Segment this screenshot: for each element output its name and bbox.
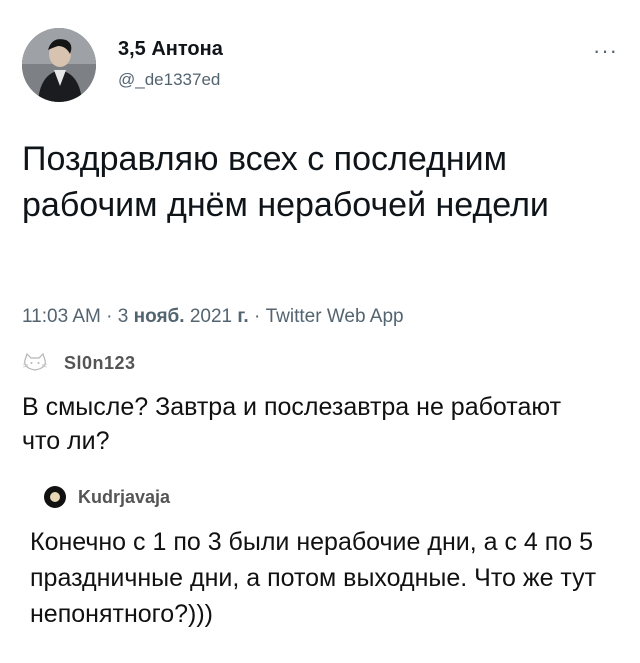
tweet-source[interactable]: Twitter Web App — [266, 306, 404, 327]
comment-text: Конечно с 1 по 3 были нерабочие дни, а с… — [30, 528, 597, 628]
meta-separator: · — [106, 306, 113, 327]
tweet-date-year[interactable]: 2021 — [190, 306, 232, 327]
tweet-date-month[interactable]: нояб. — [134, 306, 185, 327]
round-avatar-icon[interactable] — [44, 486, 66, 508]
username[interactable]: @_de1337ed — [118, 70, 220, 90]
comment-username[interactable]: Sl0n123 — [64, 353, 136, 374]
comment-username[interactable]: Kudrjavaja — [78, 487, 170, 508]
person-photo-icon — [22, 28, 96, 102]
comment-text: В смысле? Завтра и послезавтра не работа… — [22, 393, 562, 455]
tweet-meta: 11:03 AM · 3 нояб. 2021 г. · Twitter Web… — [22, 306, 404, 328]
tweet-text: Поздравляю всех с последним рабочим днём… — [22, 140, 549, 224]
page: 3,5 Антона @_de1337ed ··· Поздравляю все… — [0, 0, 640, 663]
cat-avatar-icon[interactable] — [22, 352, 48, 372]
tweet-date-day[interactable]: 3 — [118, 306, 129, 327]
tweet-time[interactable]: 11:03 AM — [22, 306, 101, 327]
meta-separator: · — [253, 306, 261, 327]
tweet-date-year-suffix[interactable]: г. — [237, 306, 248, 327]
display-name[interactable]: 3,5 Антона — [118, 38, 223, 61]
more-dots-icon[interactable]: ··· — [593, 40, 618, 62]
profile-avatar[interactable] — [22, 28, 96, 102]
